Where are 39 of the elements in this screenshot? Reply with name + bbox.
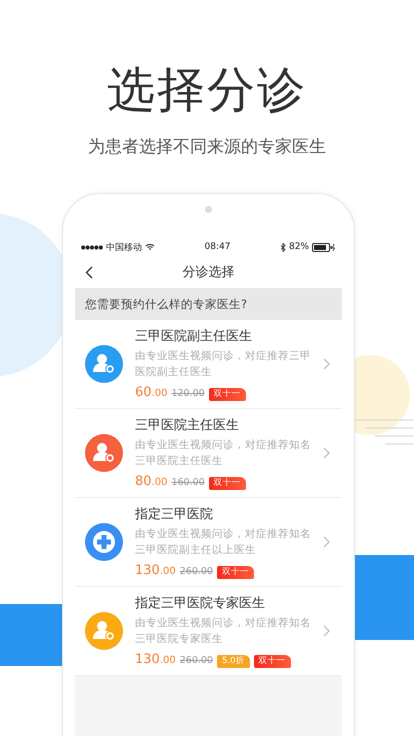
signal-icon	[81, 244, 103, 250]
price: 80.00	[135, 474, 168, 488]
screen-title: 分诊选择	[182, 264, 234, 281]
chevron-right-icon	[323, 536, 330, 548]
original-price: 260.00	[180, 654, 213, 666]
speaker-icon	[205, 206, 212, 213]
status-time: 08:47	[204, 242, 230, 252]
promo-tag: 双十一	[254, 654, 291, 668]
price: 130.00	[135, 652, 176, 666]
option-description: 由专业医生视频问诊，对症推荐知名三甲医院副主任以上医生	[135, 526, 312, 558]
background-block	[0, 604, 62, 666]
chevron-right-icon	[323, 447, 330, 459]
price: 60.00	[135, 384, 168, 400]
promo-tag: 双十一	[216, 566, 254, 578]
original-price: 260.00	[180, 566, 213, 576]
battery-level: 82%	[288, 242, 309, 252]
option-description: 由专业医生视频问诊，对症推荐三甲医院副主任医生	[135, 348, 312, 380]
headline: 选择分诊	[107, 61, 307, 120]
promo-tag: 双十一	[208, 388, 246, 400]
back-icon[interactable]	[85, 266, 93, 279]
battery-icon	[312, 242, 336, 252]
promo-tag: 双十一	[208, 476, 246, 490]
option-title: 三甲医院主任医生	[135, 416, 240, 434]
carrier-name: 中国移动	[106, 242, 142, 254]
option-description: 由专业医生视频问诊，对症推荐知名三甲医院专家医生	[135, 616, 312, 646]
price: 130.00	[135, 562, 176, 578]
option-title: 指定三甲医院专家医生	[135, 594, 266, 612]
chevron-right-icon	[323, 358, 330, 370]
chevron-right-icon	[323, 625, 330, 637]
discount-tag: 5.0折	[216, 654, 250, 668]
option-description: 由专业医生视频问诊，对症推荐知名三甲医院主任医生	[135, 438, 312, 468]
wifi-icon	[145, 243, 155, 251]
original-price: 120.00	[171, 388, 205, 398]
original-price: 160.00	[171, 476, 205, 488]
option-title: 指定三甲医院	[135, 506, 214, 522]
subtitle: 为患者选择不同来源的专家医生	[88, 136, 326, 158]
option-title: 三甲医院副主任医生	[135, 328, 253, 344]
bluetooth-icon	[280, 242, 286, 252]
question-banner: 您需要预约什么样的专家医生?	[75, 288, 342, 320]
